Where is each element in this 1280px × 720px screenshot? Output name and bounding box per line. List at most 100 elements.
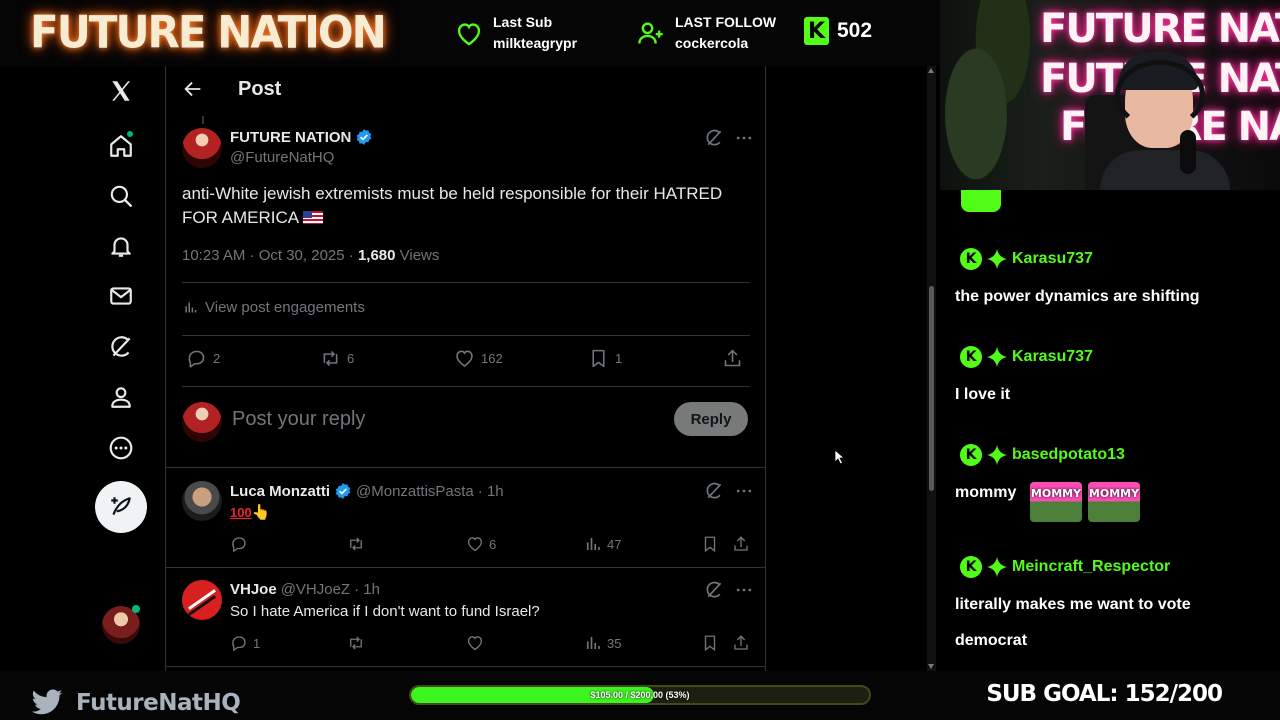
nav-more[interactable] — [94, 426, 148, 470]
viewer-count: K 502 — [804, 17, 872, 45]
reply-icon — [232, 636, 246, 652]
bookmark-icon — [704, 635, 716, 652]
mommy-emote: MOMMY — [1030, 482, 1082, 522]
post-author-handle-row: @FutureNatHQ — [230, 149, 334, 166]
last-sub-alert: Last Sub milkteagrypr — [455, 12, 577, 54]
view-engagements-label: View post engagements — [205, 299, 365, 316]
reply-button[interactable]: Reply — [674, 402, 748, 436]
reply-author-name[interactable]: VHJoe — [230, 581, 277, 598]
donation-goal-bar: $105.00 / $200.00 (53%) — [409, 685, 871, 705]
more-icon — [109, 436, 133, 460]
sparkle-badge-icon — [986, 444, 1008, 466]
reply-reply-action[interactable] — [230, 535, 253, 553]
reply-views-action[interactable]: 35 — [584, 634, 621, 652]
reply-top-actions — [704, 481, 754, 501]
view-engagements-link[interactable]: View post engagements — [183, 299, 365, 316]
last-sub-label: Last Sub — [493, 14, 553, 30]
bookmark-action[interactable]: 1 — [588, 348, 622, 369]
heart-icon — [457, 23, 481, 46]
share-icon — [734, 536, 748, 551]
reply-author-handle[interactable]: @MonzattisPasta — [356, 483, 474, 500]
microphone — [1180, 130, 1196, 174]
more-options-icon[interactable] — [734, 580, 754, 600]
add-user-icon — [638, 22, 663, 44]
post-author-handle[interactable]: @FutureNatHQ — [230, 149, 334, 166]
stream-top-bar: FUTURE NATION Last Sub milkteagrypr LAST… — [0, 0, 940, 66]
reply-like-action[interactable]: 6 — [466, 535, 496, 553]
repost-count: 6 — [347, 351, 355, 366]
post-body: anti-White jewish extremists must be hel… — [182, 184, 723, 227]
reply-time[interactable]: · 1h — [354, 581, 380, 598]
nav-notifications[interactable] — [94, 224, 148, 268]
reply-repost-action[interactable] — [347, 634, 370, 652]
post-timestamp[interactable]: 10:23 AM · Oct 30, 2025 · — [182, 247, 358, 264]
last-follow-alert: LAST FOLLOW cockercola — [637, 12, 776, 54]
reply-reply-count: 1 — [253, 635, 261, 651]
grok-icon[interactable] — [704, 580, 724, 600]
twitter-handle-text: FutureNatHQ — [76, 690, 241, 716]
divider — [182, 335, 750, 336]
scroll-down-arrow-icon[interactable] — [928, 664, 934, 669]
reply-bookmark-action[interactable] — [701, 535, 719, 553]
chat-username: basedpotato13 — [1012, 446, 1125, 463]
grok-icon[interactable] — [704, 481, 724, 501]
page-scrollbar[interactable] — [927, 66, 936, 671]
x-logo-icon — [112, 81, 130, 101]
chat-username: Meincraft_Respector — [1012, 558, 1171, 575]
reply-input[interactable]: Post your reply — [232, 408, 365, 431]
chat-message-user[interactable]: K basedpotato13 — [960, 444, 1125, 466]
share-action[interactable] — [722, 348, 743, 369]
chat-message-text: the power dynamics are shifting — [955, 288, 1200, 305]
page-title: Post — [238, 77, 282, 100]
reply-reply-action[interactable]: 1 — [230, 634, 260, 652]
nav-home[interactable] — [94, 124, 148, 168]
nav-profile[interactable] — [94, 375, 148, 419]
scroll-up-arrow-icon[interactable] — [928, 68, 934, 73]
reply-emoji-text: 👆 — [251, 504, 271, 521]
post-text: anti-White jewish extremists must be hel… — [182, 182, 752, 230]
notifications-icon — [111, 237, 131, 257]
scroll-thumb[interactable] — [929, 286, 934, 491]
grok-icon[interactable] — [704, 128, 724, 148]
sparkle-badge-icon — [986, 346, 1008, 368]
post-author-avatar[interactable] — [182, 128, 222, 168]
chat-message-user[interactable]: K Meincraft_Respector — [960, 556, 1170, 578]
analytics-icon — [586, 538, 600, 550]
reply-author-name[interactable]: Luca Monzatti — [230, 483, 330, 500]
reply-author-handle[interactable]: @VHJoeZ — [281, 581, 350, 598]
mouse-cursor-icon — [834, 449, 846, 465]
more-options-icon[interactable] — [734, 128, 754, 148]
more-options-icon[interactable] — [734, 481, 754, 501]
reply-share-action[interactable] — [732, 535, 750, 553]
heart-icon — [467, 636, 483, 651]
reply-author-avatar[interactable] — [182, 481, 222, 521]
compose-post-button[interactable] — [95, 481, 147, 533]
repost-icon — [323, 350, 338, 367]
post-action-bar: 2 6 162 1 — [182, 348, 750, 370]
back-arrow-icon[interactable] — [182, 78, 204, 100]
nav-grok[interactable] — [94, 325, 148, 369]
reply-repost-action[interactable] — [347, 535, 370, 553]
nav-messages[interactable] — [94, 274, 148, 318]
x-logo-link[interactable] — [94, 69, 148, 113]
repost-action[interactable]: 6 — [320, 348, 354, 369]
reply-author-avatar[interactable] — [182, 580, 222, 620]
reply-action[interactable]: 2 — [186, 348, 220, 369]
profile-icon — [111, 387, 131, 408]
like-action[interactable]: 162 — [454, 348, 503, 369]
analytics-icon — [586, 637, 600, 649]
reply-body: 100👆 — [230, 503, 270, 521]
reply-like-action[interactable] — [466, 634, 489, 652]
headset — [1115, 60, 1205, 130]
post-header: Post — [166, 66, 765, 112]
reply-header: VHJoe @VHJoeZ · 1h — [230, 581, 380, 598]
chat-message-user[interactable]: K Karasu737 — [960, 248, 1093, 270]
reply-bookmark-action[interactable] — [701, 634, 719, 652]
divider — [166, 567, 765, 568]
chat-message-user[interactable]: K Karasu737 — [960, 346, 1093, 368]
reply-share-action[interactable] — [732, 634, 750, 652]
post-author-name[interactable]: FUTURE NATION — [230, 129, 351, 146]
reply-time[interactable]: · 1h — [478, 483, 504, 500]
reply-views-action[interactable]: 47 — [584, 535, 621, 553]
nav-explore[interactable] — [94, 174, 148, 218]
